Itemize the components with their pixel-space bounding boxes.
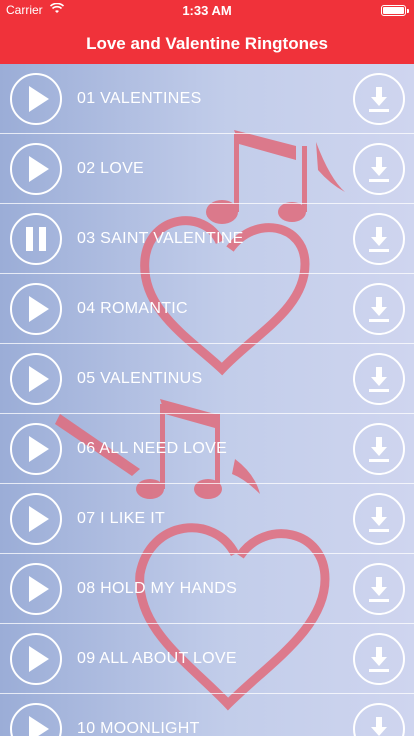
download-button[interactable] [353, 633, 405, 685]
play-button[interactable] [10, 563, 62, 615]
download-icon [369, 367, 389, 392]
list-item: 10 MOONLIGHT [0, 694, 414, 736]
ringtone-list-view[interactable]: 01 VALENTINES 02 LOVE 03 SAINT VALENTINE [0, 64, 414, 736]
download-button[interactable] [353, 703, 405, 736]
status-bar: Carrier 1:33 AM [0, 0, 414, 20]
list-item: 09 ALL ABOUT LOVE [0, 624, 414, 694]
download-icon [369, 227, 389, 252]
track-title: 01 VALENTINES [77, 90, 202, 107]
download-button[interactable] [353, 353, 405, 405]
download-icon [369, 437, 389, 462]
battery-icon [381, 5, 409, 16]
play-button[interactable] [10, 633, 62, 685]
download-button[interactable] [353, 213, 405, 265]
download-icon [369, 577, 389, 602]
play-icon [29, 506, 49, 532]
play-button[interactable] [10, 423, 62, 475]
track-title: 05 VALENTINUS [77, 370, 203, 387]
track-title: 09 ALL ABOUT LOVE [77, 650, 237, 667]
list-item: 05 VALENTINUS [0, 344, 414, 414]
list-item: 03 SAINT VALENTINE [0, 204, 414, 274]
list-item: 06 ALL NEED LOVE [0, 414, 414, 484]
list-item: 01 VALENTINES [0, 64, 414, 134]
play-icon [29, 296, 49, 322]
list-item: 02 LOVE [0, 134, 414, 204]
play-icon [29, 156, 49, 182]
list-item: 07 I LIKE IT [0, 484, 414, 554]
status-time: 1:33 AM [182, 3, 232, 18]
play-button[interactable] [10, 143, 62, 195]
track-title: 10 MOONLIGHT [77, 720, 200, 736]
ringtone-list: 01 VALENTINES 02 LOVE 03 SAINT VALENTINE [0, 64, 414, 736]
track-title: 06 ALL NEED LOVE [77, 440, 228, 457]
download-button[interactable] [353, 283, 405, 335]
download-icon [369, 157, 389, 182]
track-title: 03 SAINT VALENTINE [77, 230, 244, 247]
play-icon [29, 86, 49, 112]
track-title: 07 I LIKE IT [77, 510, 166, 527]
pause-button[interactable] [10, 213, 62, 265]
track-title: 04 ROMANTIC [77, 300, 188, 317]
pause-icon [26, 227, 46, 251]
download-icon [369, 87, 389, 112]
download-button[interactable] [353, 143, 405, 195]
play-icon [29, 436, 49, 462]
track-title: 02 LOVE [77, 160, 145, 177]
download-button[interactable] [353, 563, 405, 615]
download-icon [371, 717, 387, 736]
list-item: 08 HOLD MY HANDS [0, 554, 414, 624]
download-button[interactable] [353, 493, 405, 545]
list-item: 04 ROMANTIC [0, 274, 414, 344]
download-icon [369, 507, 389, 532]
play-icon [29, 716, 49, 736]
download-button[interactable] [353, 423, 405, 475]
play-icon [29, 576, 49, 602]
play-button[interactable] [10, 283, 62, 335]
track-title: 08 HOLD MY HANDS [77, 580, 238, 597]
play-icon [29, 366, 49, 392]
download-icon [369, 647, 389, 672]
play-icon [29, 646, 49, 672]
download-icon [369, 297, 389, 322]
download-button[interactable] [353, 73, 405, 125]
play-button[interactable] [10, 73, 62, 125]
play-button[interactable] [10, 353, 62, 405]
play-button[interactable] [10, 703, 62, 736]
page-title: Love and Valentine Ringtones [86, 34, 328, 53]
play-button[interactable] [10, 493, 62, 545]
